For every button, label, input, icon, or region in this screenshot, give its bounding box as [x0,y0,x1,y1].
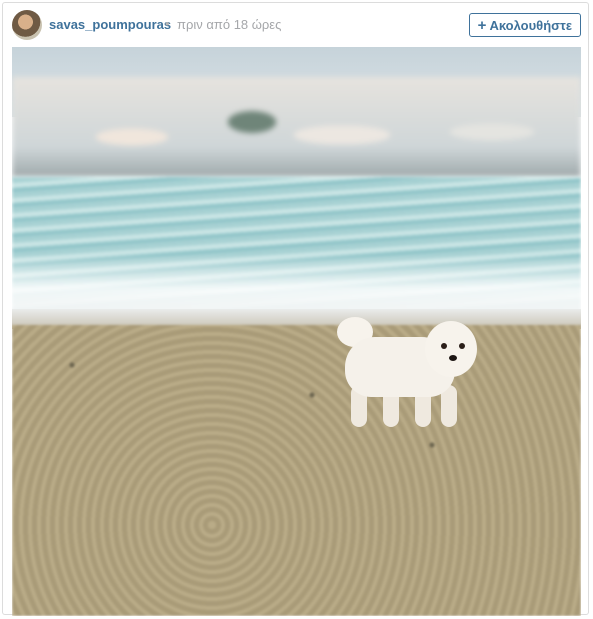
dog-eye [459,343,465,349]
separator-dot: • [165,16,170,31]
post-photo[interactable] [12,47,581,616]
follow-button[interactable]: + Ακολουθήστε [468,13,581,37]
photo-sea [12,177,581,317]
post-card: savas_poumpouras • πριν από 18 ώρες + Ακ… [2,2,589,616]
post-header: savas_poumpouras • πριν από 18 ώρες + Ακ… [3,3,588,47]
plus-icon: + [477,16,487,34]
avatar[interactable] [12,10,42,40]
post-timestamp[interactable]: πριν από 18 ώρες [177,17,281,32]
username-link[interactable]: savas_poumpouras [49,17,171,32]
follow-button-label: Ακολουθήστε [489,17,572,33]
dog-image [337,317,487,442]
photo-sand [12,325,581,616]
dog-eye [441,343,447,349]
photo-town [12,77,581,177]
dog-head [425,321,477,377]
dog-nose [449,355,457,361]
